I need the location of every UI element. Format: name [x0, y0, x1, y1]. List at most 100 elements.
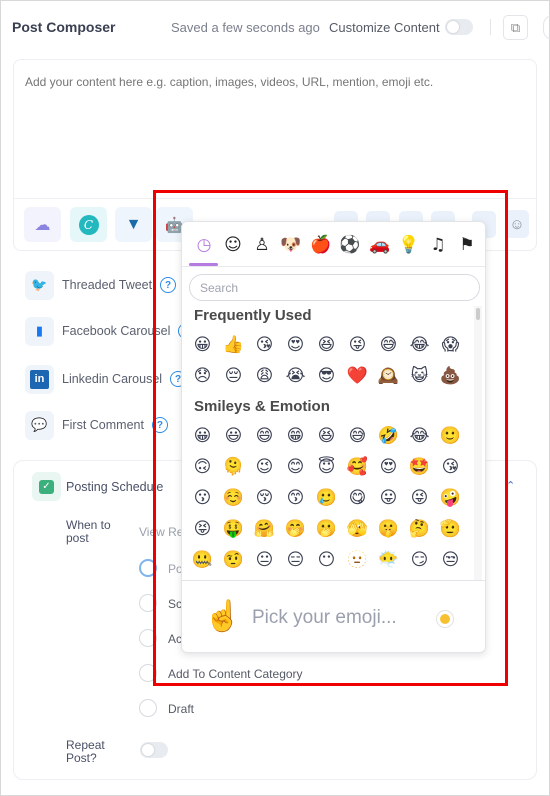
emoji-item[interactable]: 💩 — [435, 361, 466, 392]
emoji-item[interactable]: 🤗 — [249, 514, 280, 545]
emoji-item[interactable]: 😃 — [218, 421, 249, 452]
radio-add-to-content-category[interactable] — [139, 664, 157, 682]
emoji-item[interactable]: 😩 — [249, 361, 280, 392]
emoji-item[interactable]: 😒 — [435, 545, 466, 576]
help-icon[interactable]: ? — [151, 417, 168, 433]
radio-draft[interactable] — [139, 699, 157, 717]
help-icon[interactable]: ? — [160, 277, 177, 293]
emoji-item[interactable]: 😅 — [373, 330, 404, 361]
emoji-item[interactable]: 😘 — [435, 452, 466, 483]
emoji-item[interactable]: 😚 — [249, 483, 280, 514]
radio-label: Sc — [168, 597, 183, 611]
emoji-item[interactable]: 😍 — [373, 452, 404, 483]
apple-icon[interactable]: 🍎 — [308, 234, 334, 256]
linkedin-icon: in — [25, 364, 54, 394]
emoji-item[interactable]: 🤪 — [435, 483, 466, 514]
emoji-item[interactable]: ❤️ — [342, 361, 373, 392]
copy-icon: ⧉ — [510, 19, 521, 35]
emoji-item[interactable]: 😑 — [280, 545, 311, 576]
emoji-item[interactable]: 🥰 — [342, 452, 373, 483]
emoji-item[interactable]: 😀 — [187, 421, 218, 452]
emoji-item[interactable]: 😞 — [187, 361, 218, 392]
emoji-search-input[interactable] — [189, 274, 480, 301]
emoji-item[interactable]: 🕰️ — [373, 361, 404, 392]
emoji-item[interactable]: 👍 — [218, 330, 249, 361]
emoji-scrollbar[interactable] — [474, 306, 482, 580]
emoji-item[interactable]: 😇 — [311, 452, 342, 483]
emoji-item[interactable]: 😏 — [404, 545, 435, 576]
radio-schedule[interactable] — [139, 594, 157, 612]
emoji-item[interactable]: 😀 — [187, 330, 218, 361]
emoji-item[interactable]: 😋 — [342, 483, 373, 514]
emoji-item[interactable]: 🥲 — [311, 483, 342, 514]
lightbulb-icon[interactable]: 💡 — [396, 234, 422, 256]
customize-content-toggle[interactable] — [445, 19, 473, 35]
emoji-item[interactable]: 🫢 — [311, 514, 342, 545]
view-recommended-link[interactable]: View Re — [139, 525, 183, 539]
option-linkedin-carousel[interactable]: in Linkedin Carousel ? — [25, 364, 187, 394]
upload-media-button[interactable]: ☁ — [24, 207, 61, 242]
emoji-item[interactable]: 😛 — [373, 483, 404, 514]
emoji-item[interactable]: 🤩 — [404, 452, 435, 483]
emoji-item[interactable]: 😜 — [342, 330, 373, 361]
emoji-item[interactable]: 😂 — [404, 421, 435, 452]
emoji-item[interactable]: 😉 — [249, 452, 280, 483]
emoji-item[interactable]: 😁 — [280, 421, 311, 452]
emoji-item[interactable]: 😆 — [311, 330, 342, 361]
option-facebook-carousel[interactable]: ▮ Facebook Carousel ? — [25, 316, 195, 346]
emoji-item[interactable]: 🫣 — [342, 514, 373, 545]
emoji-item[interactable]: 😭 — [280, 361, 311, 392]
emoji-item[interactable]: 😶‍🌫️ — [373, 545, 404, 576]
emoji-item[interactable]: 😍 — [280, 330, 311, 361]
person-icon[interactable]: ♙ — [249, 234, 275, 256]
emoji-item[interactable]: 🤔 — [404, 514, 435, 545]
car-icon[interactable]: 🚗 — [367, 234, 393, 256]
emoji-item[interactable]: 😝 — [187, 514, 218, 545]
emoji-item[interactable]: 😗 — [187, 483, 218, 514]
option-first-comment[interactable]: 💬 First Comment ? — [25, 410, 168, 440]
emoji-item[interactable]: 🤣 — [373, 421, 404, 452]
emoji-item[interactable]: 😐 — [249, 545, 280, 576]
smiley-category-icon[interactable]: ☺ — [220, 234, 246, 256]
emoji-item[interactable]: 😺 — [404, 361, 435, 392]
emoji-item[interactable]: ☺️ — [218, 483, 249, 514]
emoji-item[interactable]: 😎 — [311, 361, 342, 392]
symbols-icon[interactable]: ♫ — [425, 234, 451, 256]
vista-create-button[interactable]: ▼ — [115, 207, 152, 242]
emoji-item[interactable]: 🫥 — [342, 545, 373, 576]
emoji-item[interactable]: 🙃 — [187, 452, 218, 483]
emoji-item[interactable]: 😅 — [342, 421, 373, 452]
emoji-item[interactable]: 🤫 — [373, 514, 404, 545]
emoji-item[interactable]: 😆 — [311, 421, 342, 452]
emoji-item[interactable]: 😙 — [280, 483, 311, 514]
content-input[interactable] — [25, 75, 525, 89]
emoji-item[interactable]: 😊 — [280, 452, 311, 483]
canva-button[interactable]: C — [70, 207, 107, 242]
emoji-item[interactable]: 🤑 — [218, 514, 249, 545]
emoji-item[interactable]: 🤐 — [187, 545, 218, 576]
skin-tone-selector[interactable] — [436, 610, 454, 628]
clock-icon[interactable]: ◷ — [191, 234, 217, 256]
option-threaded-tweet[interactable]: 🐦 Threaded Tweet ? — [25, 270, 177, 300]
emoji-item[interactable]: 😜 — [404, 483, 435, 514]
emoji-button[interactable]: ☺ — [505, 210, 529, 238]
emoji-item[interactable]: 😱 — [435, 330, 466, 361]
copy-button[interactable]: ⧉ — [503, 15, 528, 40]
emoji-item[interactable]: 🙂 — [435, 421, 466, 452]
emoji-item[interactable]: 🤨 — [218, 545, 249, 576]
emoji-item[interactable]: 😶 — [311, 545, 342, 576]
emoji-item[interactable]: 🫠 — [218, 452, 249, 483]
dog-icon[interactable]: 🐶 — [278, 234, 304, 256]
chevron-up-icon[interactable]: ⌃ — [506, 479, 515, 492]
emoji-item[interactable]: 🫡 — [435, 514, 466, 545]
emoji-item[interactable]: 🤭 — [280, 514, 311, 545]
repeat-post-toggle[interactable] — [140, 742, 168, 758]
emoji-item[interactable]: 😔 — [218, 361, 249, 392]
emoji-item[interactable]: 😘 — [249, 330, 280, 361]
flag-icon[interactable]: ⚑ — [454, 234, 480, 256]
radio-post-now[interactable] — [139, 559, 157, 577]
radio-add-to-queue[interactable] — [139, 629, 157, 647]
emoji-item[interactable]: 😂 — [404, 330, 435, 361]
emoji-item[interactable]: 😄 — [249, 421, 280, 452]
basketball-icon[interactable]: ⚽ — [337, 234, 363, 256]
